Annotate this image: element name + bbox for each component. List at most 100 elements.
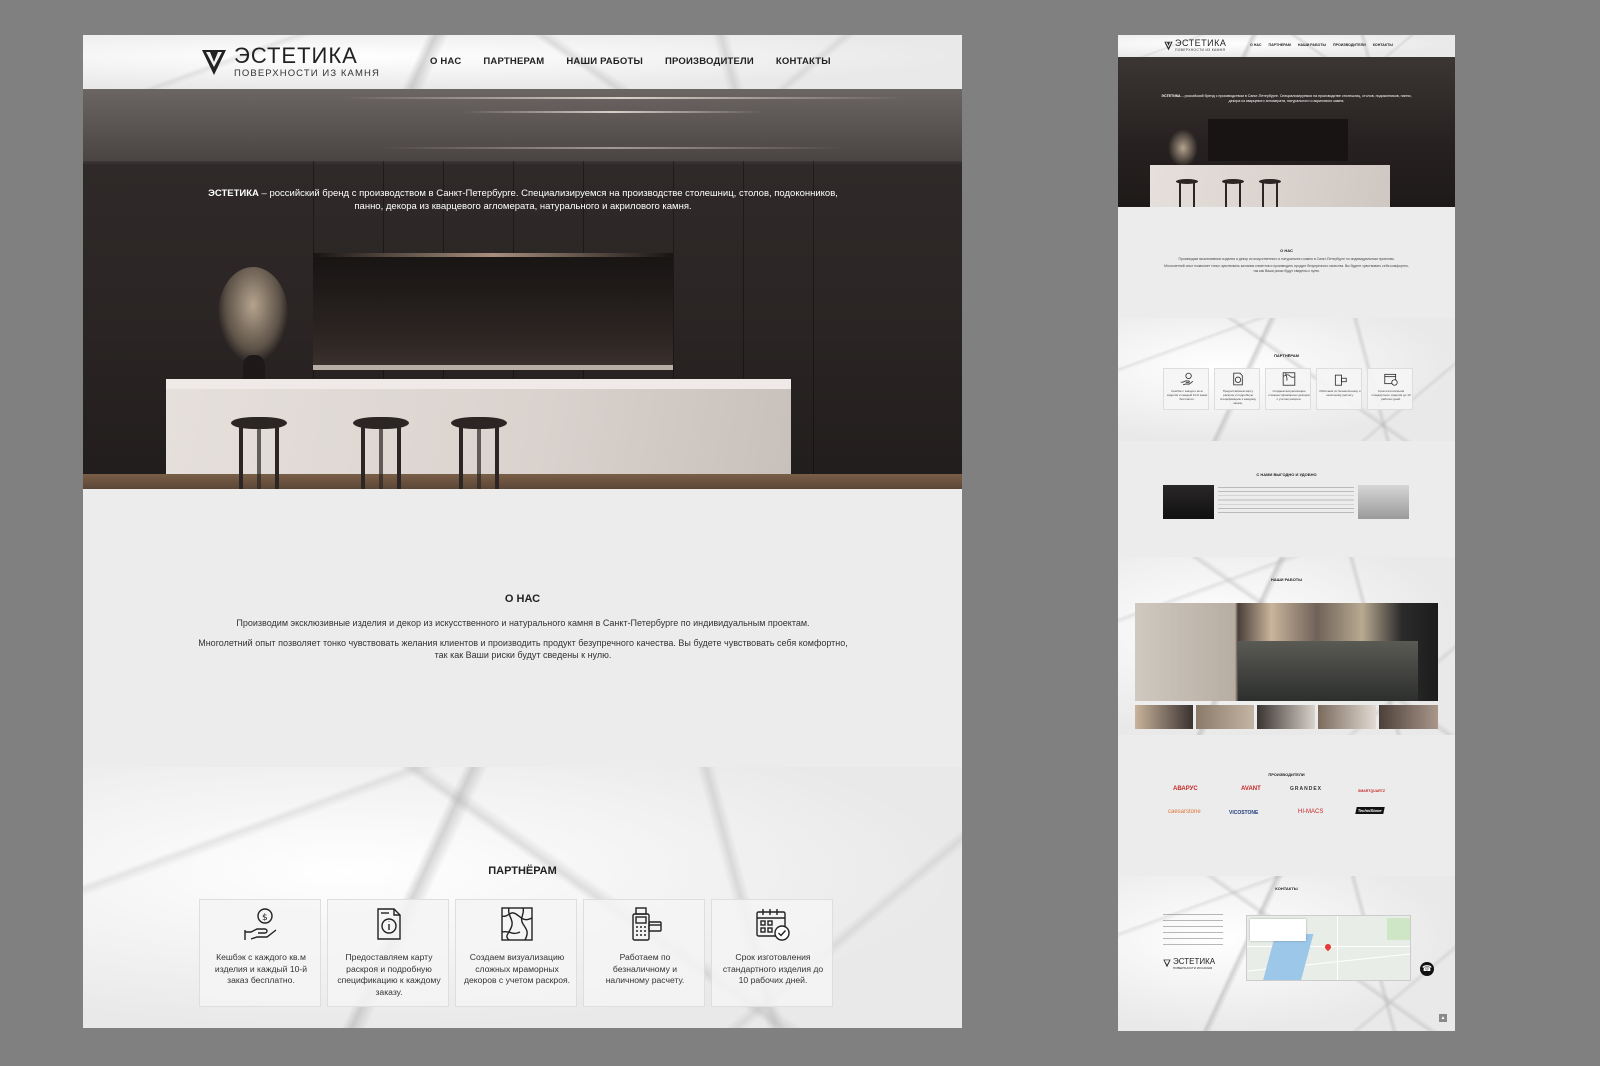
contacts-info-lines (1163, 914, 1223, 950)
works-gallery-thumbnail[interactable] (1379, 705, 1438, 729)
contacts-map[interactable] (1246, 915, 1411, 981)
brand-logo[interactable]: ЭСТЕТИКА ПОВЕРХНОСТИ ИЗ КАМНЯ (201, 43, 379, 80)
partner-card-payment: Работаем по безналичному и наличному рас… (1316, 368, 1362, 410)
brand-logo-text: АВАРУС (1173, 786, 1198, 792)
brand-logo-smartquartz[interactable]: SMARTQUARTZ (1358, 789, 1385, 793)
brand-logo-himacs[interactable]: HI-MACS (1298, 809, 1323, 815)
preview-about-title: О НАС (1280, 248, 1293, 253)
nav-item-about[interactable]: О НАС (430, 56, 461, 67)
partner-card-text: Срок изготовления стандартного изделия д… (722, 952, 824, 985)
works-gallery-thumbnail[interactable] (1257, 705, 1315, 729)
works-gallery-thumbnail[interactable] (1135, 705, 1193, 729)
cashback-hand-icon (1180, 372, 1194, 386)
preview-partners-section: ПАРТНЁРАМ Кешбэк с каждого кв.м изделия … (1118, 318, 1455, 441)
bar-stool (451, 417, 507, 489)
benefits-image-left (1163, 485, 1214, 519)
partner-card-visualization: Создаем визуализацию сложных мраморных д… (455, 899, 577, 1007)
phone-icon: ☎ (1422, 964, 1432, 973)
about-title: О НАС (504, 593, 541, 605)
preview-header: ЭСТЕТИКА ПОВЕРХНОСТИ ИЗ КАМНЯ О НАС ПАРТ… (1118, 35, 1455, 57)
nav-item-manufacturers[interactable]: ПРОИЗВОДИТЕЛИ (665, 56, 754, 67)
nav-item-contacts[interactable]: КОНТАКТЫ (776, 56, 831, 67)
map-info-card (1250, 919, 1306, 941)
about-paragraph-2: Многолетний опыт позволяет тонко чувство… (198, 638, 848, 660)
partner-card-text: Создаем визуализацию сложных мраморных д… (463, 952, 571, 985)
bar-stool (1176, 179, 1198, 207)
site-header: ЭСТЕТИКА ПОВЕРХНОСТИ ИЗ КАМНЯ О НАС ПАРТ… (83, 35, 962, 89)
cashback-hand-icon: $ (244, 908, 277, 940)
wood-floor (83, 474, 962, 489)
works-gallery-thumbnail[interactable] (1318, 705, 1376, 729)
preview-hero-description: ЭСТЕТИКА – российский бренд с производст… (1158, 94, 1415, 104)
nav-item-manufacturers[interactable]: ПРОИЗВОДИТЕЛИ (1333, 43, 1366, 47)
map-pin-icon[interactable] (1323, 942, 1333, 952)
benefits-image-right (1358, 485, 1409, 519)
partner-card-visualization: Создаем визуализацию сложных мраморных д… (1265, 368, 1311, 410)
partner-card-deadline: Срок изготовления стандартного изделия д… (1367, 368, 1413, 410)
nav-item-works[interactable]: НАШИ РАБОТЫ (566, 56, 643, 67)
about-section: О НАС Производим эксклюзивные изделия и … (83, 489, 962, 767)
bar-stool (353, 417, 409, 489)
svg-text:$: $ (262, 913, 268, 923)
works-gallery-main-photo[interactable] (1135, 603, 1438, 701)
brand-name: ЭСТЕТИКА (1175, 38, 1227, 48)
partner-card-cashback: $ Кешбэк с каждого кв.м изделия и каждый… (199, 899, 321, 1007)
scroll-to-top-button[interactable]: ▲ (1439, 1014, 1447, 1022)
pampas-grass-decor (1168, 129, 1198, 167)
payment-terminal-icon (1334, 374, 1347, 386)
works-gallery-thumbnail[interactable] (1196, 705, 1254, 729)
about-paragraph-1: Производим эксклюзивные изделия и декор … (236, 618, 810, 628)
partners-section: ПАРТНЁРАМ $ Кешбэк с каждого кв.м издели… (83, 767, 962, 1028)
marble-pattern-icon (1282, 372, 1296, 386)
kitchen-niche (1208, 119, 1348, 161)
partner-card-specification: Предоставляем карту раскроя и подробную … (327, 899, 449, 1007)
document-info-icon (377, 908, 401, 940)
brand-logo-caesarstone[interactable]: caesarstone (1168, 809, 1201, 815)
bar-stool (231, 417, 287, 489)
partner-card-text: Предоставляем карту раскроя и подробную … (1219, 389, 1257, 405)
brand-logo-grandex[interactable]: GRANDEX (1290, 786, 1322, 792)
pampas-grass-decor (218, 267, 288, 362)
brand-tagline: ПОВЕРХНОСТИ ИЗ КАМНЯ (234, 68, 380, 79)
brand-logo-avarus[interactable]: АВАРУС (1173, 786, 1198, 792)
hero-section: ЭСТЕТИКА – российский бренд с производст… (83, 89, 962, 489)
hero-ceiling (83, 89, 962, 161)
bar-stool (1222, 179, 1244, 207)
nav-item-partners[interactable]: ПАРТНЕРАМ (1269, 43, 1291, 47)
nav-item-about[interactable]: О НАС (1250, 43, 1262, 47)
diamond-logo-icon (1163, 959, 1171, 968)
brand-logo-avant[interactable]: AVANT (1241, 786, 1261, 792)
diamond-logo-icon (202, 50, 226, 75)
nav-item-partners[interactable]: ПАРТНЕРАМ (483, 56, 544, 67)
brand-logo-text: HI-MACS (1298, 809, 1324, 815)
nav-item-contacts[interactable]: КОНТАКТЫ (1373, 43, 1393, 47)
nav-item-works[interactable]: НАШИ РАБОТЫ (1298, 43, 1326, 47)
preview-manufacturers-title: ПРОИЗВОДИТЕЛИ (1268, 772, 1305, 777)
hero-brand-word: ЭСТЕТИКА (1161, 94, 1181, 98)
phone-call-button[interactable]: ☎ (1420, 962, 1434, 976)
desktop-page-screenshot: ЭСТЕТИКА ПОВЕРХНОСТИ ИЗ КАМНЯ О НАС ПАРТ… (83, 35, 962, 1028)
brand-name: ЭСТЕТИКА (234, 43, 358, 68)
full-page-preview: ЭСТЕТИКА ПОВЕРХНОСТИ ИЗ КАМНЯ О НАС ПАРТ… (1118, 35, 1455, 1031)
preview-benefits-title: С НАМИ ВЫГОДНО И УДОБНО (1256, 472, 1317, 477)
brand-logo-technistone[interactable]: TechniStone (1355, 807, 1385, 814)
preview-contacts-title: КОНТАКТЫ (1275, 886, 1298, 891)
brand-name: ЭСТЕТИКА (1173, 957, 1216, 966)
calendar-check-icon (756, 909, 790, 941)
partner-card-text: Кешбэк с каждого кв.м изделия и каждый 1… (214, 952, 308, 985)
partner-card-text: Создаем визуализацию сложных мраморных д… (1268, 389, 1310, 401)
brand-logo-text: SMARTQUARTZ (1358, 789, 1386, 793)
bar-stool (1259, 179, 1281, 207)
marble-pattern-icon (501, 907, 533, 941)
main-nav: О НАС ПАРТНЕРАМ НАШИ РАБОТЫ ПРОИЗВОДИТЕЛ… (430, 56, 853, 67)
brand-logo-vicostone[interactable]: VICOSTONE (1229, 810, 1258, 816)
brand-logo-text: TechniStone (1357, 808, 1383, 813)
preview-nav: О НАС ПАРТНЕРАМ НАШИ РАБОТЫ ПРОИЗВОДИТЕЛ… (1250, 43, 1400, 47)
brand-logo-text: GRANDEX (1290, 786, 1323, 792)
partner-card-text: Работаем по безналичному и наличному рас… (1319, 389, 1361, 397)
brand-logo-text: VICOSTONE (1229, 810, 1259, 816)
partner-card-payment: Работаем по безналичному и наличному рас… (583, 899, 705, 1007)
preview-partners-title: ПАРТНЁРАМ (1274, 353, 1299, 358)
hero-text: – российский бренд с производством в Сан… (258, 188, 838, 212)
preview-hero: ЭСТЕТИКА – российский бренд с производст… (1118, 57, 1455, 207)
